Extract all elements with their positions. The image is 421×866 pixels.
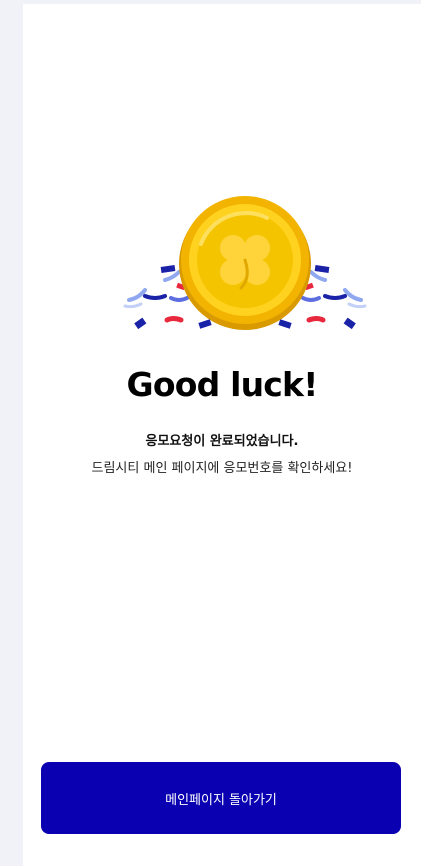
coin-illustration [123,196,367,330]
result-page: Good luck! 응모요청이 완료되었습니다. 드림시티 메인 페이지에 응… [23,4,421,866]
instruction-message: 드림시티 메인 페이지에 응모번호를 확인하세요! [91,461,353,476]
completion-message: 응모요청이 완료되었습니다. [145,434,299,449]
back-to-main-button[interactable]: 메인페이지 돌아가기 [41,762,401,834]
headline: Good luck! [126,365,319,404]
clover-coin-icon [117,194,373,340]
